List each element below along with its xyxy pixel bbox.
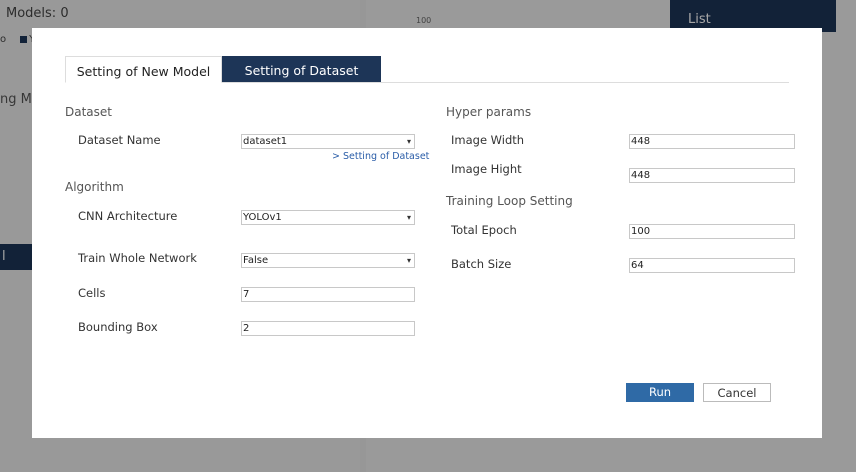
train-whole-network-label: Train Whole Network bbox=[78, 251, 197, 265]
cells-input[interactable]: 7 bbox=[241, 287, 415, 302]
dataset-name-select[interactable]: dataset1 ▾ bbox=[241, 134, 415, 149]
chevron-down-icon: ▾ bbox=[406, 213, 411, 222]
tab-bar: Setting of New Model Setting of Dataset bbox=[65, 56, 789, 83]
run-button[interactable]: Run bbox=[626, 383, 694, 402]
setting-of-dataset-link[interactable]: > Setting of Dataset bbox=[332, 151, 429, 162]
batch-size-input[interactable]: 64 bbox=[629, 258, 795, 273]
train-whole-network-select[interactable]: False ▾ bbox=[241, 253, 415, 268]
training-loop-section-title: Training Loop Setting bbox=[446, 194, 573, 208]
batch-size-label: Batch Size bbox=[451, 257, 512, 271]
cnn-architecture-select[interactable]: YOLOv1 ▾ bbox=[241, 210, 415, 225]
dataset-name-value: dataset1 bbox=[243, 136, 288, 147]
tab-setting-of-dataset[interactable]: Setting of Dataset bbox=[222, 56, 381, 82]
image-height-input[interactable]: 448 bbox=[629, 168, 795, 183]
cnn-architecture-value: YOLOv1 bbox=[243, 212, 282, 223]
bounding-box-label: Bounding Box bbox=[78, 320, 158, 334]
chevron-down-icon: ▾ bbox=[406, 137, 411, 146]
image-width-label: Image Width bbox=[451, 133, 525, 147]
new-model-dialog: Setting of New Model Setting of Dataset … bbox=[32, 28, 822, 438]
hyper-params-section-title: Hyper params bbox=[446, 105, 532, 119]
dataset-name-label: Dataset Name bbox=[78, 133, 161, 147]
total-epoch-input[interactable]: 100 bbox=[629, 224, 795, 239]
total-epoch-label: Total Epoch bbox=[451, 223, 517, 237]
cancel-button[interactable]: Cancel bbox=[703, 383, 771, 402]
algorithm-section-title: Algorithm bbox=[65, 180, 124, 194]
cells-label: Cells bbox=[78, 286, 106, 300]
image-width-input[interactable]: 448 bbox=[629, 134, 795, 149]
image-height-label: Image Hight bbox=[451, 162, 522, 176]
tab-setting-of-new-model[interactable]: Setting of New Model bbox=[65, 56, 222, 83]
chevron-down-icon: ▾ bbox=[406, 256, 411, 265]
bounding-box-input[interactable]: 2 bbox=[241, 321, 415, 336]
cnn-architecture-label: CNN Architecture bbox=[78, 209, 178, 223]
dataset-section-title: Dataset bbox=[65, 105, 112, 119]
train-whole-network-value: False bbox=[243, 255, 269, 266]
